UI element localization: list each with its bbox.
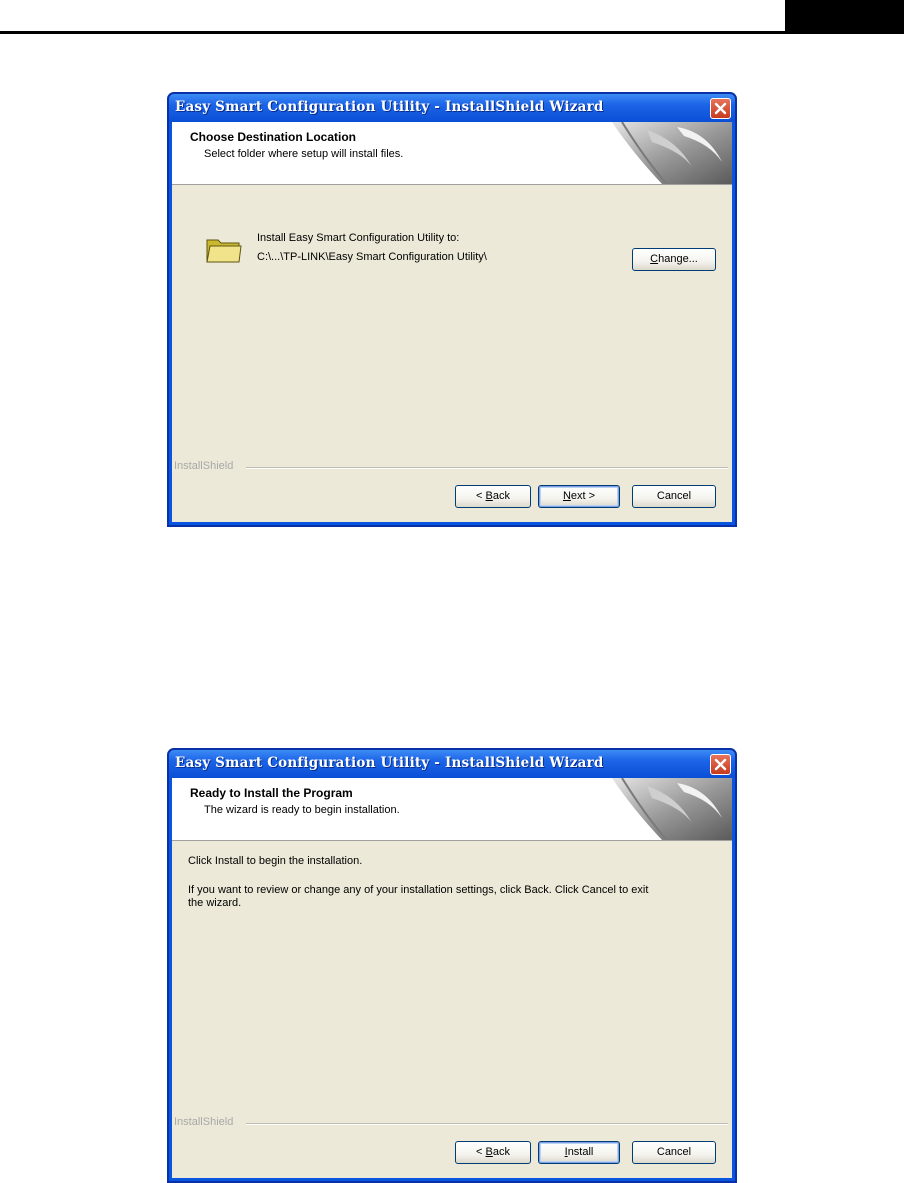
close-button[interactable] [710,754,731,775]
page-subtitle: Select folder where setup will install f… [204,148,404,160]
installshield-graphic [612,778,732,840]
back-button[interactable]: < Back [455,1141,531,1164]
page-title: Ready to Install the Program [190,786,353,800]
instruction-line-1: Click Install to begin the installation. [188,855,363,867]
next-button[interactable]: Next > [538,485,620,508]
window-title: Easy Smart Configuration Utility - Insta… [175,99,604,115]
instruction-line-3: the wizard. [188,897,242,909]
close-icon [714,102,727,115]
page-header-tab [785,0,904,32]
header-band: Choose Destination Location Select folde… [172,122,732,185]
folder-icon [206,239,242,263]
title-bar: Easy Smart Configuration Utility - Insta… [169,750,735,778]
page-title: Choose Destination Location [190,130,357,144]
change-button[interactable]: Change... [632,248,716,271]
page-subtitle: The wizard is ready to begin installatio… [204,804,400,816]
install-to-label: Install Easy Smart Configuration Utility… [257,232,460,244]
close-button[interactable] [710,98,731,119]
close-icon [714,758,727,771]
cancel-button[interactable]: Cancel [632,485,716,508]
window-title: Easy Smart Configuration Utility - Insta… [175,755,604,771]
installshield-brand: InstallShield [174,460,238,472]
installshield-brand: InstallShield [174,1116,238,1128]
install-wizard-dialog-destination: Easy Smart Configuration Utility - Insta… [167,92,737,527]
install-button[interactable]: Install [538,1141,620,1164]
dialog-client-area: Ready to Install the Program The wizard … [172,778,732,1178]
header-band: Ready to Install the Program The wizard … [172,778,732,841]
back-button[interactable]: < Back [455,485,531,508]
install-wizard-dialog-ready: Easy Smart Configuration Utility - Insta… [167,748,737,1183]
instruction-line-2: If you want to review or change any of y… [188,884,649,896]
cancel-button[interactable]: Cancel [632,1141,716,1164]
installshield-graphic [612,122,732,184]
page-header-rule [0,31,904,34]
dialog-client-area: Choose Destination Location Select folde… [172,122,732,522]
title-bar: Easy Smart Configuration Utility - Insta… [169,94,735,122]
install-path: C:\...\TP-LINK\Easy Smart Configuration … [257,251,487,263]
